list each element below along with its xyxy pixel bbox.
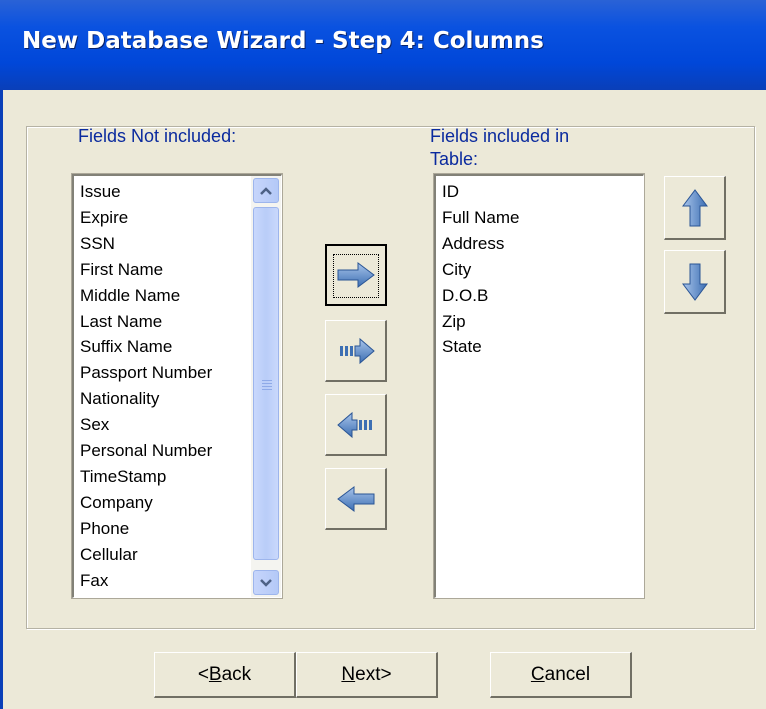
focus-rectangle <box>333 254 379 298</box>
list-item[interactable]: Expire <box>80 205 212 231</box>
back-button-label: <Back <box>197 663 252 685</box>
list-item[interactable]: Sex <box>80 412 212 438</box>
cancel-button-label: Cancel <box>530 663 591 685</box>
next-button-label: Next> <box>341 663 392 685</box>
fields-included-label: Fields included in Table: <box>430 125 569 171</box>
list-item[interactable]: Full Name <box>442 205 519 231</box>
fields-not-included-list[interactable]: Issue Expire SSN First Name Middle Name Last … <box>72 174 282 598</box>
scroll-thumb[interactable] <box>253 207 279 560</box>
move-down-button[interactable] <box>664 250 726 314</box>
fields-included-label-line2: Table: <box>430 149 479 169</box>
list-item[interactable]: Suffix Name <box>80 334 212 360</box>
right-list-items: ID Full Name Address City D.O.B Zip State <box>442 179 519 360</box>
list-item[interactable]: Passport Number <box>80 360 212 386</box>
arrow-left-all-icon <box>336 411 372 438</box>
remove-all-fields-button[interactable] <box>325 394 387 456</box>
cancel-button[interactable]: Cancel <box>490 652 632 698</box>
add-all-fields-button[interactable] <box>325 320 387 382</box>
list-item[interactable]: ID <box>442 179 519 205</box>
chevron-down-icon <box>260 578 272 587</box>
fields-not-included-label: Fields Not included: <box>78 126 237 146</box>
wizard-window: New Database Wizard - Step 4: Columns Fi… <box>0 0 766 709</box>
scroll-grip-icon <box>262 380 272 392</box>
list-item[interactable]: Nationality <box>80 386 212 412</box>
list-item[interactable]: Cellular <box>80 542 212 568</box>
left-list-scrollbar[interactable] <box>251 176 281 597</box>
list-item[interactable]: Last Name <box>80 309 212 335</box>
list-item[interactable]: Issue <box>80 179 212 205</box>
arrow-left-icon <box>336 485 374 512</box>
scroll-down-button[interactable] <box>253 570 279 595</box>
arrow-down-icon <box>681 263 708 301</box>
list-item[interactable]: City <box>442 257 519 283</box>
chevron-up-icon <box>260 186 272 195</box>
move-up-button[interactable] <box>664 176 726 240</box>
left-list-items: Issue Expire SSN First Name Middle Name Last … <box>80 179 212 594</box>
list-item[interactable]: Fax <box>80 568 212 594</box>
list-item[interactable]: SSN <box>80 231 212 257</box>
list-item[interactable]: Address <box>442 231 519 257</box>
title-bar: New Database Wizard - Step 4: Columns <box>0 0 766 90</box>
next-button[interactable]: Next> <box>296 652 438 698</box>
fields-included-list[interactable]: ID Full Name Address City D.O.B Zip State <box>434 174 644 598</box>
list-item[interactable]: Phone <box>80 516 212 542</box>
list-item[interactable]: D.O.B <box>442 283 519 309</box>
list-item[interactable]: Zip <box>442 309 519 335</box>
arrow-right-all-icon <box>339 337 375 364</box>
list-item[interactable]: State <box>442 334 519 360</box>
list-item[interactable]: TimeStamp <box>80 464 212 490</box>
remove-field-button[interactable] <box>325 468 387 530</box>
add-field-button[interactable] <box>325 244 387 306</box>
window-title: New Database Wizard - Step 4: Columns <box>22 28 544 54</box>
window-border <box>0 90 3 709</box>
back-button[interactable]: <Back <box>154 652 296 698</box>
list-item[interactable]: Middle Name <box>80 283 212 309</box>
scroll-up-button[interactable] <box>253 178 279 203</box>
list-item[interactable]: Company <box>80 490 212 516</box>
list-item[interactable]: Personal Number <box>80 438 212 464</box>
arrow-up-icon <box>681 188 708 226</box>
fields-included-label-line1: Fields included in <box>430 126 570 146</box>
list-item[interactable]: First Name <box>80 257 212 283</box>
